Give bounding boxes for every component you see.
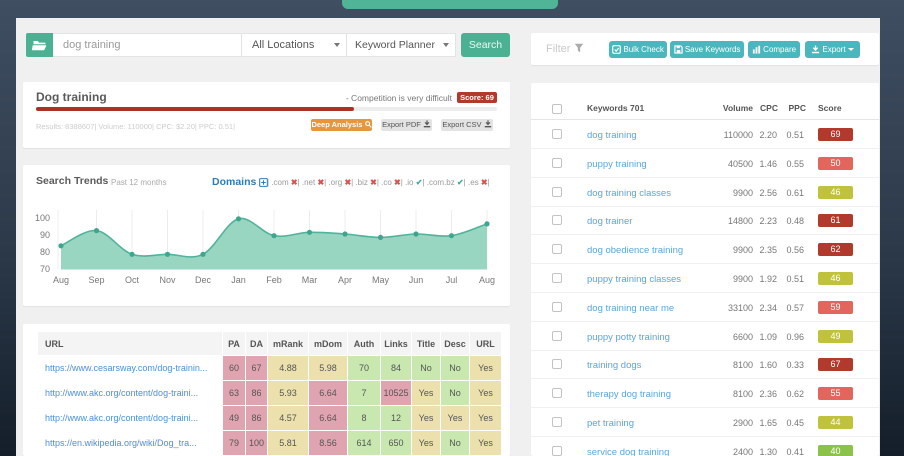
svg-text:Dec: Dec bbox=[195, 275, 212, 285]
svg-text:Jun: Jun bbox=[409, 275, 424, 285]
svg-text:Feb: Feb bbox=[266, 275, 282, 285]
svg-text:80: 80 bbox=[40, 247, 50, 257]
svg-text:Oct: Oct bbox=[125, 275, 140, 285]
svg-text:Aug: Aug bbox=[479, 275, 495, 285]
svg-text:Jan: Jan bbox=[231, 275, 246, 285]
svg-text:70: 70 bbox=[40, 264, 50, 274]
svg-text:Aug: Aug bbox=[53, 275, 69, 285]
svg-text:Sep: Sep bbox=[88, 275, 104, 285]
svg-text:Apr: Apr bbox=[338, 275, 352, 285]
svg-text:Jul: Jul bbox=[446, 275, 458, 285]
svg-text:May: May bbox=[372, 275, 390, 285]
svg-text:Mar: Mar bbox=[302, 275, 318, 285]
svg-text:100: 100 bbox=[35, 213, 50, 223]
svg-text:Nov: Nov bbox=[159, 275, 176, 285]
svg-text:90: 90 bbox=[40, 230, 50, 240]
